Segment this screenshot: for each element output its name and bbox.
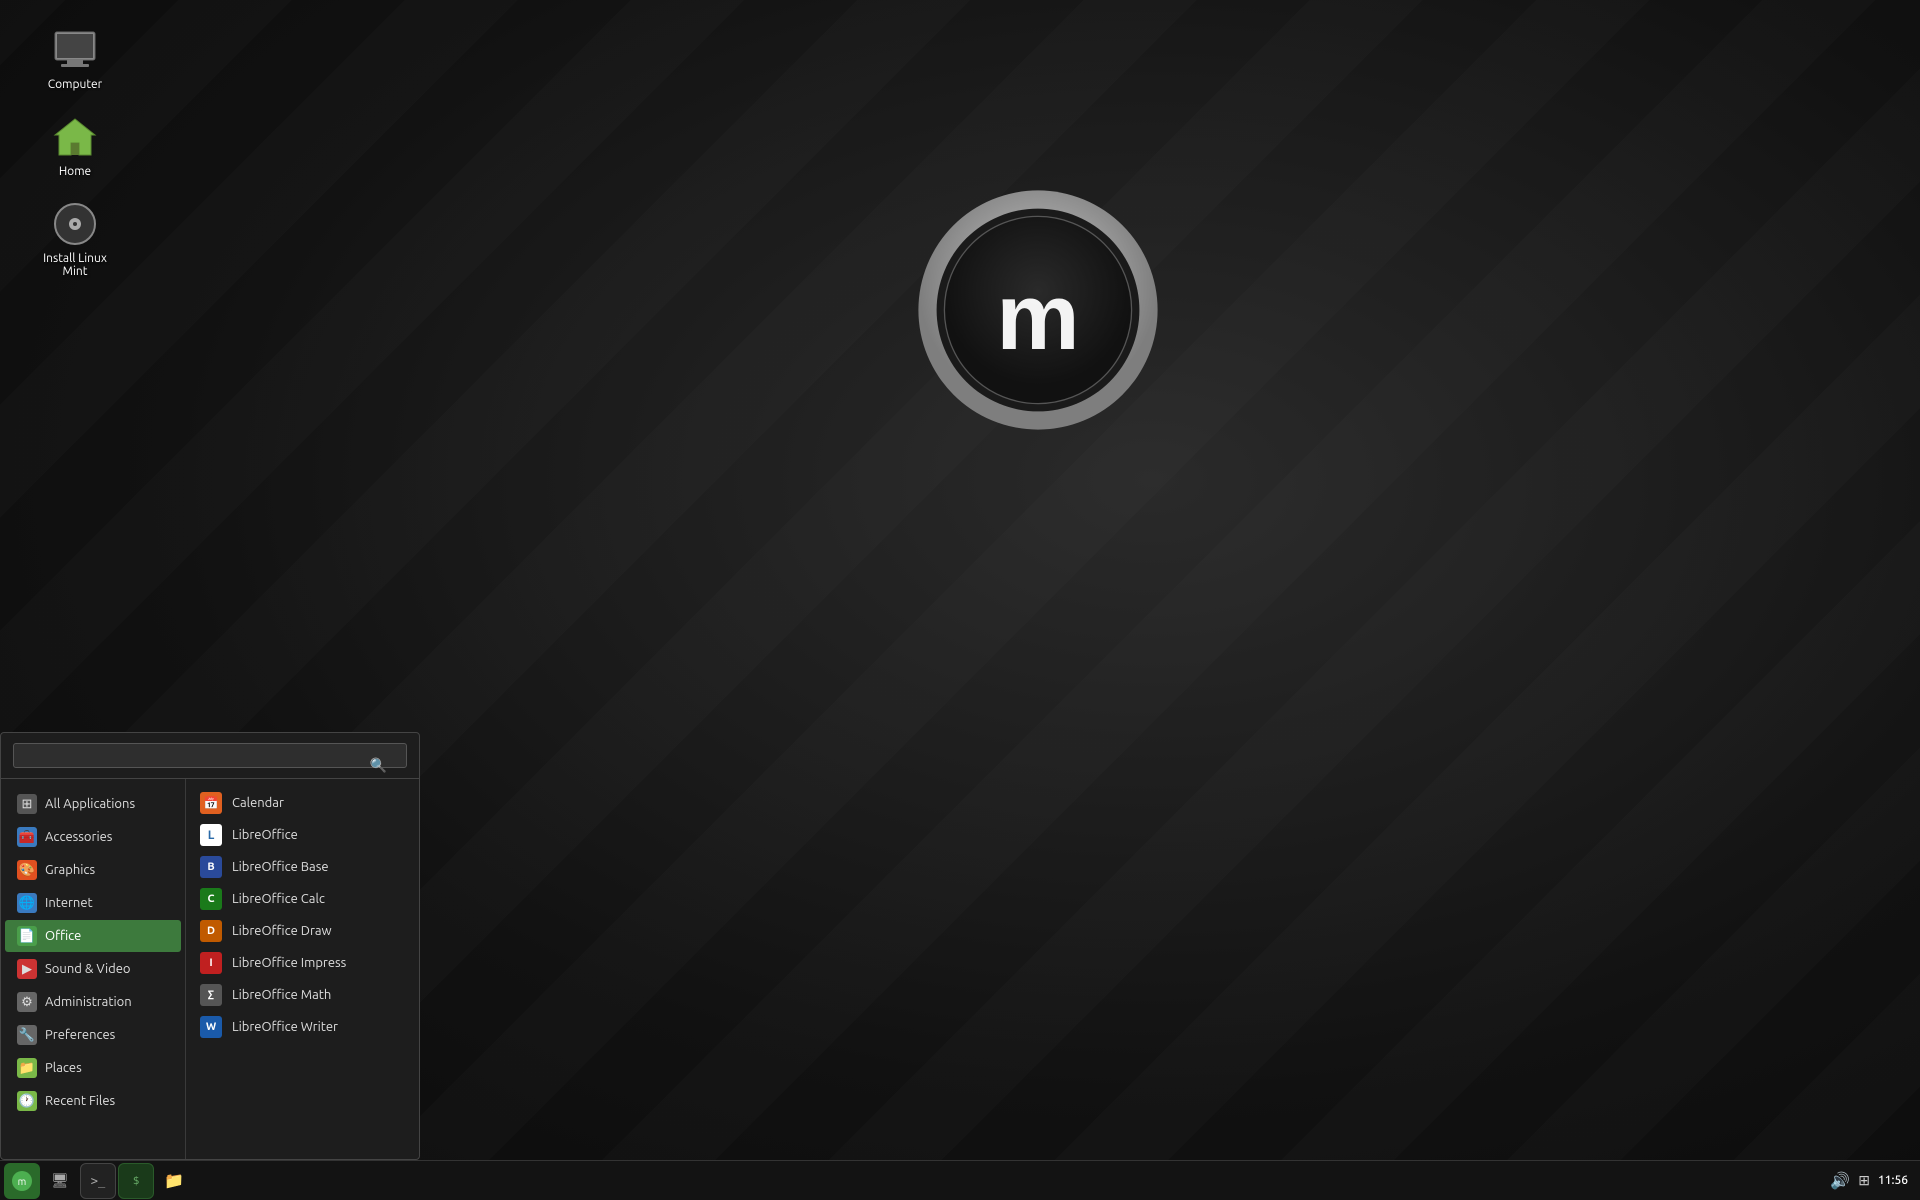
graphics-icon: 🎨 bbox=[17, 860, 37, 880]
app-calendar[interactable]: 📅 Calendar bbox=[186, 787, 419, 819]
category-accessories[interactable]: 🧰 Accessories bbox=[5, 821, 181, 853]
terminal-button[interactable]: >_ bbox=[80, 1163, 116, 1199]
network-icon: ⊞ bbox=[1858, 1172, 1870, 1189]
category-sound-video[interactable]: ▶ Sound & Video bbox=[5, 953, 181, 985]
category-preferences[interactable]: 🔧 Preferences bbox=[5, 1019, 181, 1051]
volume-icon[interactable]: 🔊 bbox=[1830, 1171, 1850, 1190]
administration-icon: ⚙ bbox=[17, 992, 37, 1012]
category-places[interactable]: 📁 Places bbox=[5, 1052, 181, 1084]
computer-label: Computer bbox=[48, 78, 102, 91]
install-icon-img bbox=[51, 200, 99, 248]
app-libreoffice-math[interactable]: ∑ LibreOffice Math bbox=[186, 979, 419, 1011]
menu-search-area: 🔍 bbox=[1, 733, 419, 779]
menu-apps-list: 📅 Calendar L LibreOffice B LibreOffice B… bbox=[186, 779, 419, 1159]
svg-text:m: m bbox=[18, 1176, 27, 1187]
desktop-icons: Computer Home Install Linux Mint bbox=[30, 20, 120, 284]
preferences-icon: 🔧 bbox=[17, 1025, 37, 1045]
taskbar-left: m 🖥 >_ $ 📁 bbox=[0, 1163, 192, 1199]
libreoffice-impress-icon: I bbox=[200, 952, 222, 974]
files-button[interactable]: 📁 bbox=[156, 1163, 192, 1199]
app-libreoffice-writer[interactable]: W LibreOffice Writer bbox=[186, 1011, 419, 1043]
menu-categories: ⊞ All Applications 🧰 Accessories 🎨 Graph… bbox=[1, 779, 186, 1159]
menu-body: ⊞ All Applications 🧰 Accessories 🎨 Graph… bbox=[1, 779, 419, 1159]
home-icon[interactable]: Home bbox=[30, 107, 120, 184]
category-recent-files[interactable]: 🕐 Recent Files bbox=[5, 1085, 181, 1117]
category-all[interactable]: ⊞ All Applications bbox=[5, 788, 181, 820]
libreoffice-writer-icon: W bbox=[200, 1016, 222, 1038]
app-libreoffice[interactable]: L LibreOffice bbox=[186, 819, 419, 851]
search-icon[interactable]: 🔍 bbox=[370, 757, 387, 774]
computer-icon[interactable]: Computer bbox=[30, 20, 120, 97]
app-libreoffice-calc[interactable]: C LibreOffice Calc bbox=[186, 883, 419, 915]
calendar-icon: 📅 bbox=[200, 792, 222, 814]
internet-icon: 🌐 bbox=[17, 893, 37, 913]
computer-icon-img bbox=[51, 26, 99, 74]
taskbar: m 🖥 >_ $ 📁 🔊 ⊞ 11:56 bbox=[0, 1160, 1920, 1200]
category-office[interactable]: 📄 Office bbox=[5, 920, 181, 952]
show-desktop-button[interactable]: 🖥 bbox=[42, 1163, 78, 1199]
clock: 11:56 bbox=[1878, 1174, 1908, 1187]
desktop: m Computer Home bbox=[0, 0, 1920, 1200]
accessories-icon: 🧰 bbox=[17, 827, 37, 847]
category-internet[interactable]: 🌐 Internet bbox=[5, 887, 181, 919]
recent-files-icon: 🕐 bbox=[17, 1091, 37, 1111]
mint-menu-button[interactable]: m bbox=[4, 1163, 40, 1199]
app-libreoffice-draw[interactable]: D LibreOffice Draw bbox=[186, 915, 419, 947]
search-input[interactable] bbox=[13, 743, 407, 768]
install-label: Install Linux Mint bbox=[36, 252, 114, 278]
terminal2-button[interactable]: $ bbox=[118, 1163, 154, 1199]
libreoffice-math-icon: ∑ bbox=[200, 984, 222, 1006]
application-menu: 🔍 ⊞ All Applications 🧰 Accessories 🎨 Gra… bbox=[0, 732, 420, 1160]
libreoffice-calc-icon: C bbox=[200, 888, 222, 910]
category-graphics[interactable]: 🎨 Graphics bbox=[5, 854, 181, 886]
sound-video-icon: ▶ bbox=[17, 959, 37, 979]
office-icon: 📄 bbox=[17, 926, 37, 946]
libreoffice-draw-icon: D bbox=[200, 920, 222, 942]
mint-logo: m bbox=[908, 180, 1168, 440]
category-administration[interactable]: ⚙ Administration bbox=[5, 986, 181, 1018]
app-libreoffice-base[interactable]: B LibreOffice Base bbox=[186, 851, 419, 883]
places-icon: 📁 bbox=[17, 1058, 37, 1078]
all-apps-icon: ⊞ bbox=[17, 794, 37, 814]
install-icon[interactable]: Install Linux Mint bbox=[30, 194, 120, 284]
libreoffice-base-icon: B bbox=[200, 856, 222, 878]
home-icon-img bbox=[51, 113, 99, 161]
libreoffice-icon: L bbox=[200, 824, 222, 846]
svg-text:m: m bbox=[996, 264, 1079, 369]
home-label: Home bbox=[59, 165, 91, 178]
app-libreoffice-impress[interactable]: I LibreOffice Impress bbox=[186, 947, 419, 979]
taskbar-right: 🔊 ⊞ 11:56 bbox=[1830, 1171, 1920, 1190]
